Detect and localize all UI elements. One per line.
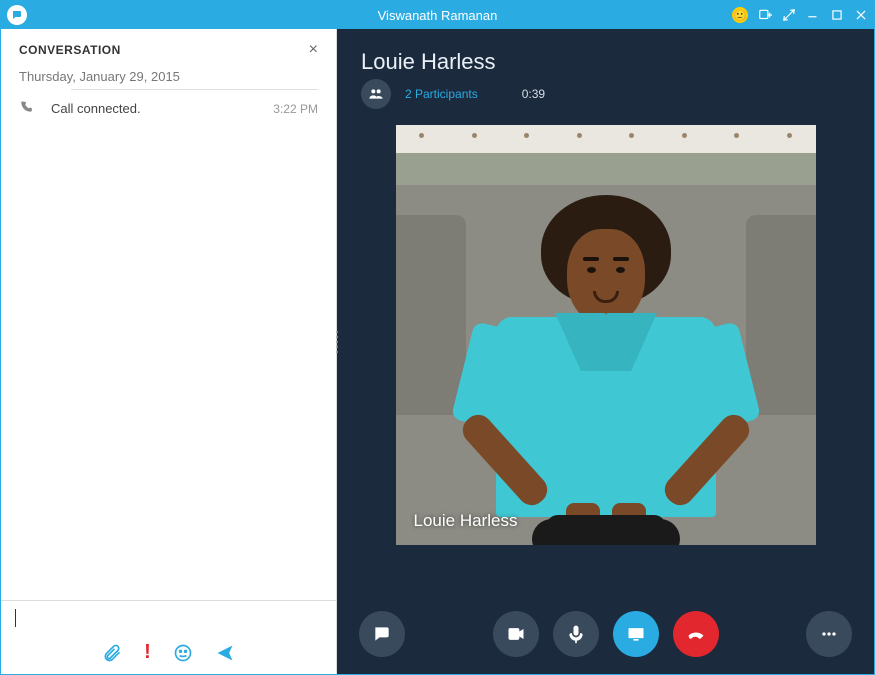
compose-toolbar: ! xyxy=(1,635,336,674)
video-content xyxy=(396,125,816,545)
message-input[interactable] xyxy=(1,601,336,635)
minimize-button[interactable] xyxy=(806,8,820,22)
message-row: Call connected. 3:22 PM xyxy=(1,90,336,127)
popout-button[interactable] xyxy=(782,8,796,22)
titlebar: Viswanath Ramanan 🙂 xyxy=(1,1,874,29)
call-controls xyxy=(337,594,874,674)
message-text: Call connected. xyxy=(51,101,273,116)
conversation-date: Thursday, January 29, 2015 xyxy=(1,67,336,90)
message-time: 3:22 PM xyxy=(273,102,318,116)
mic-toggle-button[interactable] xyxy=(553,611,599,657)
conversation-close-button[interactable]: × xyxy=(309,41,318,59)
call-panel: Louie Harless 2 Participants 0:39 xyxy=(337,29,874,674)
present-screen-button[interactable] xyxy=(613,611,659,657)
maximize-button[interactable] xyxy=(830,8,844,22)
hangup-button[interactable] xyxy=(673,611,719,657)
conversation-panel: CONVERSATION × Thursday, January 29, 201… xyxy=(1,29,337,674)
attach-button[interactable] xyxy=(102,641,122,664)
call-duration: 0:39 xyxy=(522,87,545,101)
close-window-button[interactable] xyxy=(854,8,868,22)
compose-area: ! xyxy=(1,600,336,674)
call-header: Louie Harless 2 Participants 0:39 xyxy=(337,29,874,115)
pane-resize-handle[interactable] xyxy=(336,331,338,353)
participants-button[interactable] xyxy=(361,79,391,109)
conversation-header: CONVERSATION xyxy=(19,43,121,57)
more-options-button[interactable] xyxy=(806,611,852,657)
emoji-button[interactable]: 🙂 xyxy=(732,7,748,23)
remote-video[interactable]: Louie Harless xyxy=(396,125,816,545)
app-icon xyxy=(7,5,27,25)
video-overlay-name: Louie Harless xyxy=(414,511,518,531)
add-contact-button[interactable] xyxy=(758,8,772,22)
send-button[interactable] xyxy=(215,641,235,664)
chat-toggle-button[interactable] xyxy=(359,611,405,657)
call-contact-name: Louie Harless xyxy=(361,49,850,75)
emoji-button-compose[interactable] xyxy=(173,641,193,664)
phone-icon xyxy=(19,100,37,117)
video-toggle-button[interactable] xyxy=(493,611,539,657)
priority-button[interactable]: ! xyxy=(144,641,151,664)
app-window: Viswanath Ramanan 🙂 CONVERSATION xyxy=(0,0,875,675)
video-stage: Louie Harless xyxy=(337,115,874,594)
participants-label[interactable]: 2 Participants xyxy=(405,87,478,101)
body: CONVERSATION × Thursday, January 29, 201… xyxy=(1,29,874,674)
